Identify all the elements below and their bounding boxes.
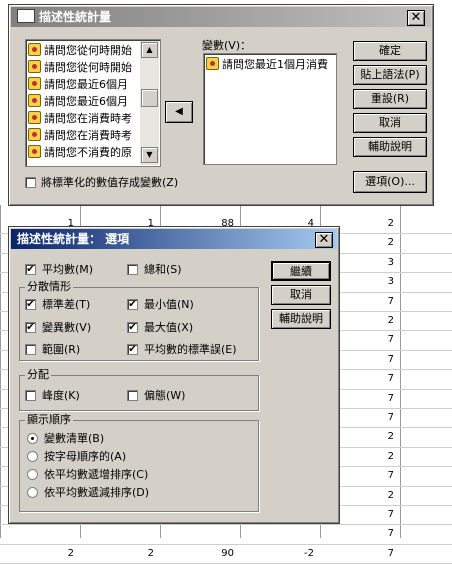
order-variable-list-radio[interactable] <box>27 433 38 444</box>
window-icon <box>17 9 35 23</box>
order-alphabetic-radio[interactable] <box>27 451 38 462</box>
skewness-label: 偏態(W) <box>144 389 186 402</box>
scale-variable-icon <box>28 145 41 158</box>
list-item[interactable]: 請問您最近6個月 <box>28 93 128 110</box>
scrollbar-thumb[interactable] <box>141 89 158 107</box>
grid-column-divider <box>400 205 401 538</box>
variables-label: 變數(V)： <box>202 39 252 52</box>
skewness-checkbox[interactable] <box>127 390 138 401</box>
help-button[interactable]: 輔助說明 <box>271 309 331 329</box>
minimum-checkbox[interactable]: ✔ <box>127 299 138 310</box>
move-variable-button[interactable]: ◀ <box>165 101 193 123</box>
list-item[interactable]: 請問您從何時開始 <box>28 59 132 76</box>
scale-variable-icon <box>206 57 219 70</box>
scale-variable-icon <box>28 128 41 141</box>
distribution-title: 分配 <box>25 368 51 381</box>
order-descending-means-radio[interactable] <box>27 487 38 498</box>
paste-syntax-button[interactable]: 貼上語法(P) <box>353 65 427 85</box>
mean-checkbox[interactable]: ✔ <box>25 264 36 275</box>
descriptives-title-bar: 描述性統計量 <box>11 7 431 27</box>
order-descending-means-label: 依平均數遞減排序(D) <box>44 486 150 499</box>
help-button[interactable]: 輔助說明 <box>353 137 427 157</box>
minimum-label: 最小值(N) <box>144 298 194 311</box>
cancel-button[interactable]: 取消 <box>271 285 331 305</box>
grid-cell[interactable]: 7 <box>320 528 394 540</box>
options-button[interactable]: 選項(O)... <box>353 171 427 193</box>
options-title-bar: 描述性統計量： 選項 <box>11 229 337 249</box>
save-standardized-checkbox[interactable] <box>25 177 36 188</box>
list-item[interactable]: 請問您最近1個月消費 <box>206 56 336 73</box>
sum-checkbox[interactable] <box>127 264 138 275</box>
descriptives-title: 描述性統計量 <box>39 10 112 24</box>
sum-label: 總和(S) <box>144 263 182 276</box>
list-item[interactable]: 請問您最近6個月 <box>28 76 128 93</box>
scroll-down-icon[interactable]: ▼ <box>141 147 158 163</box>
std-dev-label: 標準差(T) <box>42 298 91 311</box>
continue-button[interactable]: 繼續 <box>271 261 331 281</box>
dispersion-title: 分散情形 <box>25 280 73 293</box>
range-checkbox[interactable] <box>25 344 36 355</box>
options-dialog: 描述性統計量： 選項 ✕ ✔ 平均數(M) 總和(S) 繼續 取消 輔助說明 分… <box>8 226 340 524</box>
grid-cell[interactable]: 90 <box>160 548 234 560</box>
list-item[interactable]: 請問您不消費的原 <box>28 144 132 161</box>
cancel-button[interactable]: 取消 <box>353 113 427 133</box>
source-variable-list[interactable]: 請問您從何時開始 請問您從何時開始 請問您最近6個月 請問您最近6個月 請問您在… <box>25 39 161 167</box>
order-variable-list-label: 變數清單(B) <box>44 432 105 445</box>
list-item[interactable]: 請問您在消費時考 <box>28 127 132 144</box>
mean-label: 平均數(M) <box>42 263 94 276</box>
save-standardized-label: 將標準化的數值存成變數(Z) <box>41 176 179 189</box>
scale-variable-icon <box>28 77 41 90</box>
ok-button[interactable]: 確定 <box>353 41 427 61</box>
grid-column-divider <box>0 205 1 538</box>
se-mean-checkbox[interactable]: ✔ <box>127 344 138 355</box>
grid-cell[interactable]: 7 <box>320 548 394 560</box>
order-alphabetic-label: 按字母順序的(A) <box>44 450 127 463</box>
variance-checkbox[interactable]: ✔ <box>25 322 36 333</box>
display-order-title: 顯示順序 <box>25 413 73 426</box>
scroll-up-icon[interactable]: ▲ <box>141 42 158 58</box>
close-icon[interactable]: ✕ <box>407 10 425 26</box>
maximum-checkbox[interactable]: ✔ <box>127 322 138 333</box>
range-label: 範圍(R) <box>42 343 81 356</box>
options-title: 描述性統計量： 選項 <box>17 232 130 246</box>
kurtosis-checkbox[interactable] <box>25 390 36 401</box>
selected-variable-list[interactable]: 請問您最近1個月消費 <box>203 53 337 165</box>
grid-row-divider <box>0 543 452 545</box>
maximum-label: 最大值(X) <box>144 321 194 334</box>
scale-variable-icon <box>28 43 41 56</box>
grid-cell[interactable]: -2 <box>240 548 314 560</box>
grid-cell[interactable]: 2 <box>80 548 154 560</box>
std-dev-checkbox[interactable]: ✔ <box>25 299 36 310</box>
kurtosis-label: 峰度(K) <box>42 389 80 402</box>
se-mean-label: 平均數的標準誤(E) <box>144 343 237 356</box>
descriptives-dialog: 描述性統計量 ✕ 請問您從何時開始 請問您從何時開始 請問您最近6個月 請問您最… <box>8 4 434 206</box>
reset-button[interactable]: 重設(R) <box>353 89 427 109</box>
list-item[interactable]: 請問您在消費時考 <box>28 110 132 127</box>
grid-cell[interactable]: 2 <box>0 548 74 560</box>
scale-variable-icon <box>28 94 41 107</box>
scale-variable-icon <box>28 111 41 124</box>
order-ascending-means-label: 依平均數遞增排序(C) <box>44 468 149 481</box>
list-item[interactable]: 請問您從何時開始 <box>28 42 132 59</box>
vertical-scrollbar[interactable]: ▲ ▼ <box>140 41 159 165</box>
scale-variable-icon <box>28 60 41 73</box>
order-ascending-means-radio[interactable] <box>27 469 38 480</box>
close-icon[interactable]: ✕ <box>315 232 333 248</box>
variance-label: 變異數(V) <box>42 321 92 334</box>
grid-row-divider <box>0 524 452 526</box>
